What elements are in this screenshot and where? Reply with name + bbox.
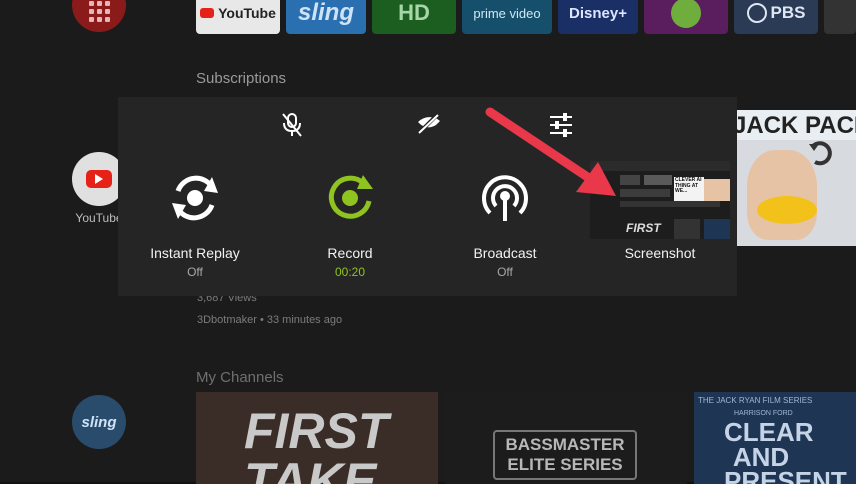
youtube-play-icon: [86, 170, 112, 188]
broadcast-label: Broadcast: [473, 245, 537, 261]
mic-off-icon[interactable]: [279, 112, 305, 138]
annotation-arrow-icon: [485, 107, 616, 196]
clear-and-present-title: CLEAR AND PRESENT: [724, 417, 847, 484]
kids-app-tile[interactable]: [644, 0, 728, 34]
record-icon: [320, 168, 380, 228]
sling-app-tile[interactable]: sling: [286, 0, 366, 34]
screenshot-thumb-caption: CLEVER AI THING AT WE...: [674, 177, 704, 201]
video-thumbnail-right[interactable]: JACK PACI: [737, 110, 856, 246]
harrison-ford-credit: HARRISON FORD: [734, 410, 793, 417]
record-timer: 00:20: [334, 265, 366, 279]
tile-label: YouTube: [218, 5, 276, 21]
bassmaster-title: BASSMASTER ELITE SERIES: [493, 430, 637, 480]
prime-video-app-tile[interactable]: prime video: [462, 0, 552, 34]
instant-replay-icon: [165, 168, 225, 228]
duck-bill: [757, 196, 817, 224]
tile-label: prime video: [473, 5, 541, 21]
tile-label: sling: [297, 0, 354, 26]
camera-off-icon[interactable]: [414, 112, 444, 138]
hd-app-tile[interactable]: HD: [372, 0, 456, 34]
screenshot-label: Screenshot: [624, 245, 696, 261]
youtube-logo-icon: [200, 8, 215, 18]
first-take-title: FIRST TAKE: [244, 403, 389, 484]
pbs-app-tile[interactable]: PBS: [734, 0, 818, 34]
replay-arrow-icon: [807, 138, 837, 168]
jack-ryan-caption: THE JACK RYAN FILM SERIES: [698, 396, 813, 405]
broadcast-status: Off: [497, 265, 513, 279]
thumbnail-title: JACK PACI: [737, 112, 856, 139]
video-channel-time: 3Dbotmaker • 33 minutes ago: [197, 314, 343, 326]
apps-grid-icon: [88, 0, 110, 22]
instant-replay-button[interactable]: Instant Replay Off: [120, 168, 270, 279]
tile-label: HD: [398, 0, 430, 25]
youtube-app-tile[interactable]: YouTube: [196, 0, 280, 34]
my-channels-heading: My Channels: [196, 369, 284, 386]
more-app-tile[interactable]: [824, 0, 856, 34]
apps-grid-button[interactable]: [72, 0, 126, 32]
bassmaster-channel-tile[interactable]: BASSMASTER ELITE SERIES: [445, 392, 687, 484]
tile-label: Disney+: [569, 4, 627, 22]
sling-side-app[interactable]: sling: [72, 395, 126, 449]
record-label: Record: [327, 245, 373, 261]
tile-label: PBS: [770, 3, 806, 22]
subscriptions-heading: Subscriptions: [196, 70, 287, 87]
instant-replay-label: Instant Replay: [150, 245, 240, 261]
pbs-logo-icon: [746, 3, 767, 23]
instant-replay-status: Off: [187, 265, 203, 279]
clear-and-present-channel-tile[interactable]: THE JACK RYAN FILM SERIES HARRISON FORD …: [694, 392, 856, 484]
record-button[interactable]: Record 00:20: [275, 168, 425, 279]
first-take-channel-tile[interactable]: FIRST TAKE: [196, 392, 438, 484]
disney-plus-app-tile[interactable]: Disney+: [558, 0, 638, 34]
sling-side-label: sling: [81, 413, 117, 431]
kids-app-icon: [671, 0, 701, 28]
screenshot-thumb-first: FIRST: [626, 221, 661, 235]
